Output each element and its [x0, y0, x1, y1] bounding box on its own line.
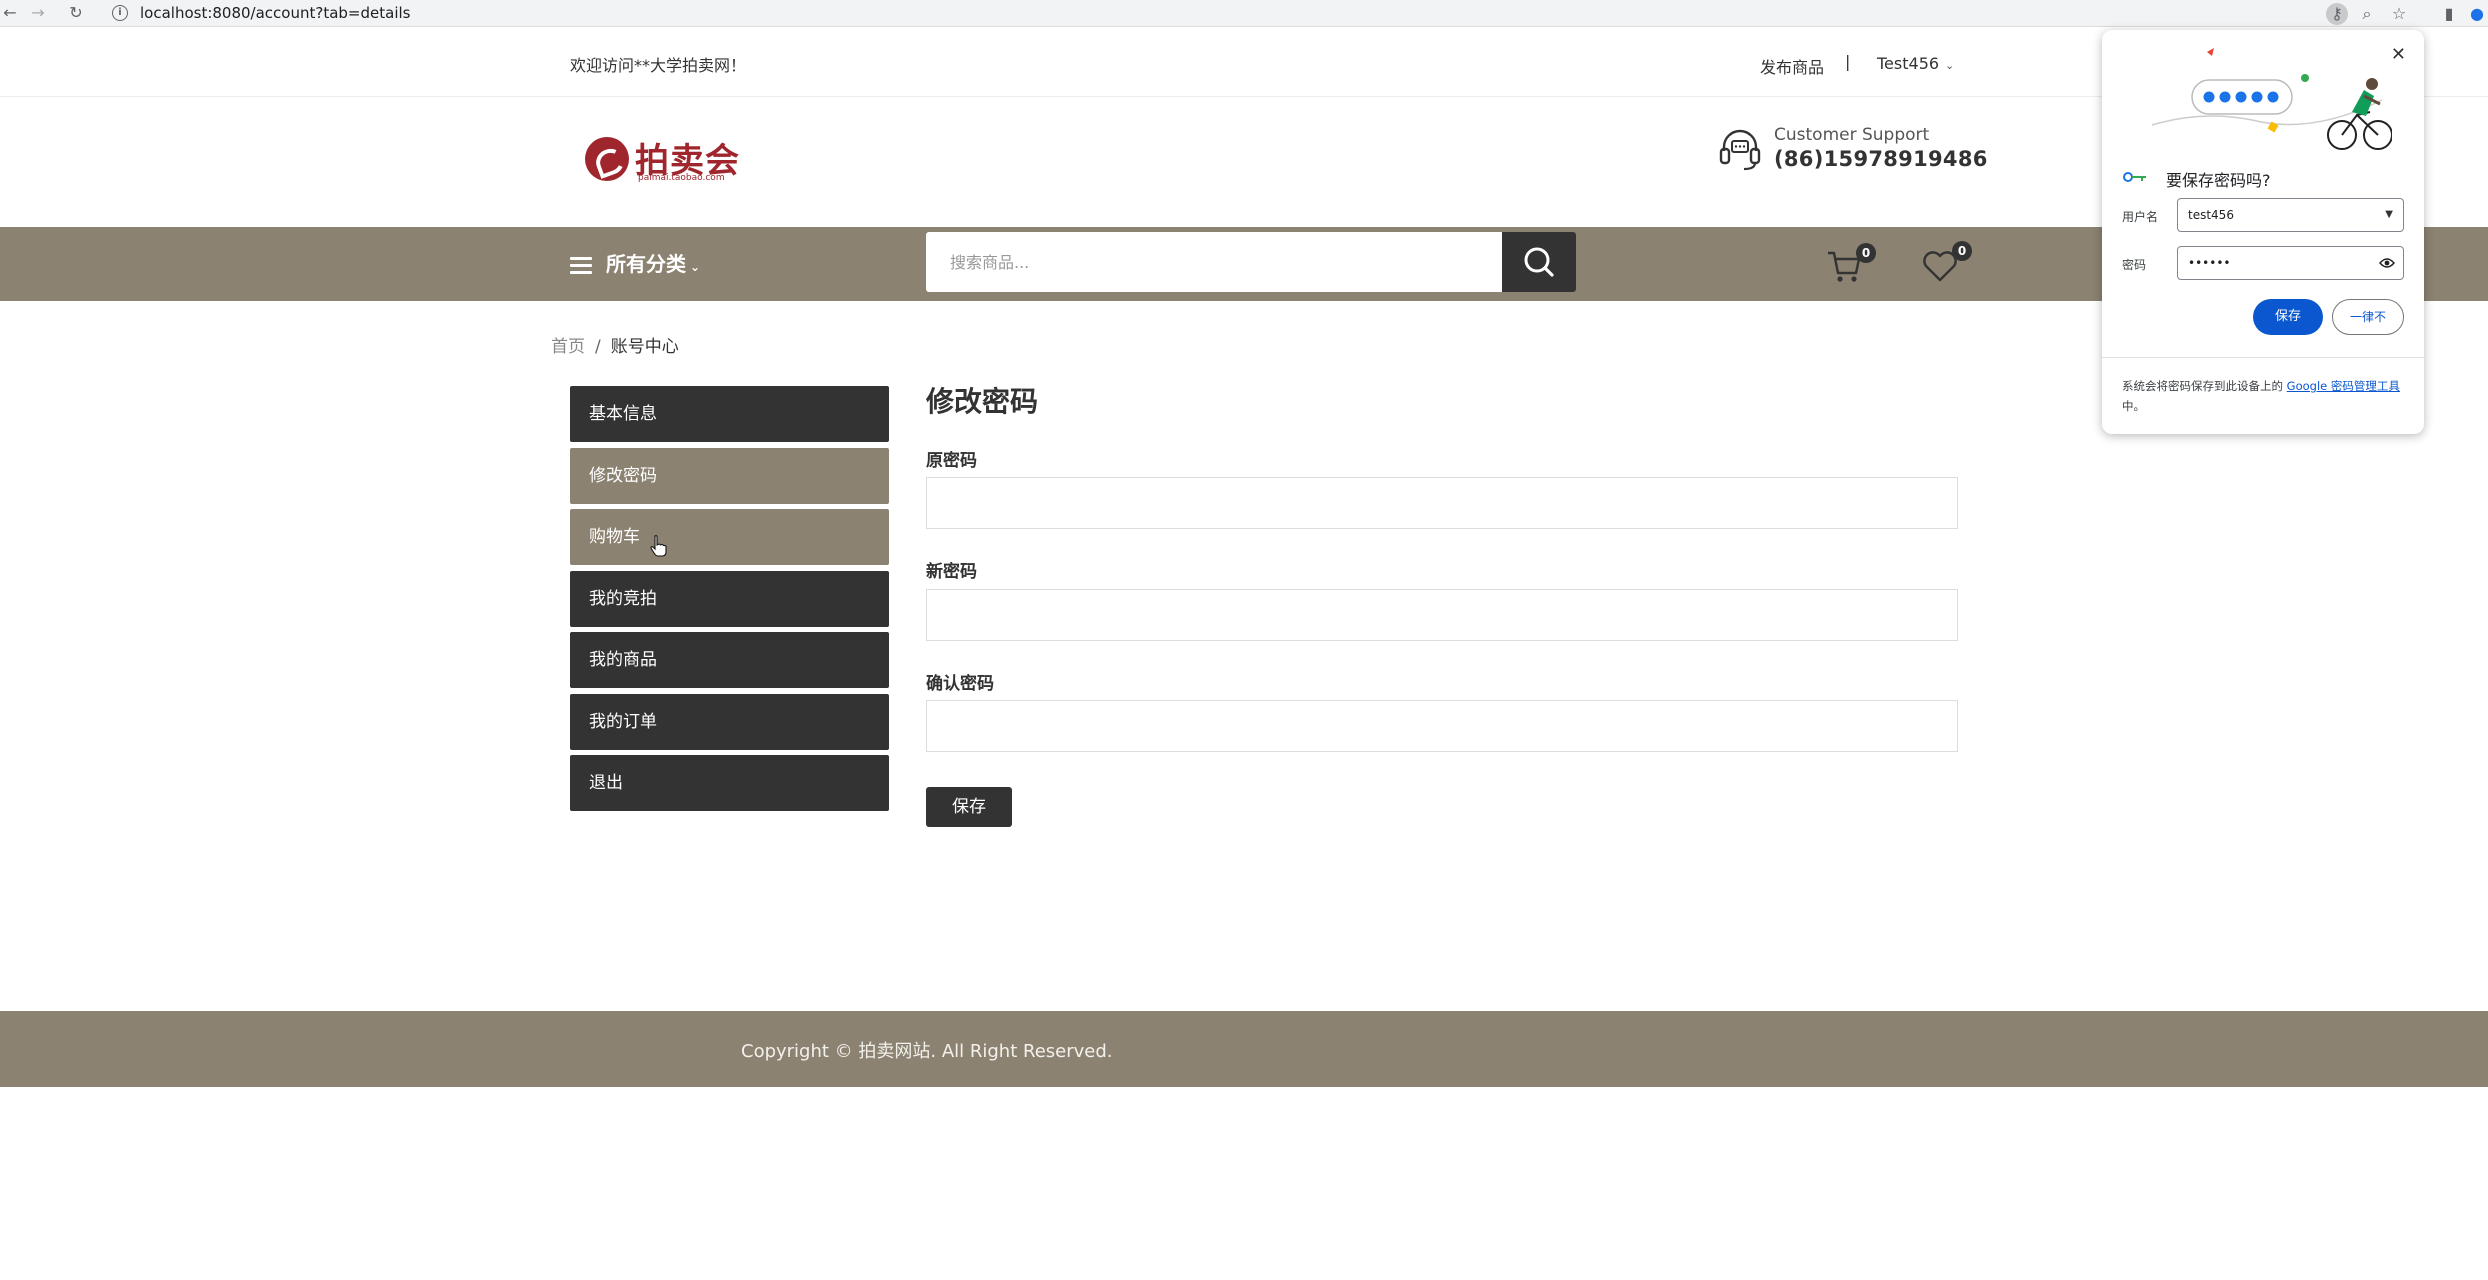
sidebar-item-label: 我的商品 — [589, 650, 657, 670]
search-button[interactable] — [1502, 232, 1576, 292]
breadcrumb: 首页 / 账号中心 — [551, 332, 679, 357]
sidebar-item-label: 我的订单 — [589, 711, 657, 732]
wishlist-button[interactable]: 0 — [1922, 241, 1972, 285]
url-text: localhost:8080/account?tab=details — [140, 4, 411, 22]
sidebar-item-basic-info[interactable]: 基本信息 — [570, 386, 889, 442]
sidebar-item-my-products[interactable]: 我的商品 — [570, 632, 889, 688]
zoom-icon[interactable]: ⌕ — [2356, 3, 2378, 25]
popup-save-button[interactable]: 保存 — [2253, 299, 2323, 335]
site-logo[interactable]: 拍卖会 paimai.taobao.com — [585, 133, 745, 185]
sidebar-item-label: 退出 — [589, 773, 623, 793]
password-field[interactable]: •••••• — [2177, 246, 2404, 280]
sidebar-item-label: 基本信息 — [589, 404, 657, 424]
sidebar-item-change-password[interactable]: 修改密码 — [570, 447, 889, 504]
forward-icon[interactable]: → — [28, 3, 48, 23]
footer-text: 系统会将密码保存到此设备上的 — [2122, 379, 2287, 393]
new-password-label: 新密码 — [926, 562, 977, 582]
bookmark-star-icon[interactable]: ☆ — [2388, 3, 2410, 25]
category-label: 所有分类 — [606, 252, 686, 276]
welcome-text: 欢迎访问**大学拍卖网！ — [570, 56, 747, 75]
dropdown-icon[interactable]: ▼ — [2385, 199, 2393, 231]
support-label: Customer Support — [1774, 125, 1930, 145]
old-password-label: 原密码 — [926, 451, 977, 471]
close-icon[interactable]: ✕ — [2391, 44, 2406, 65]
account-sidebar: 基本信息 修改密码 购物车 我的竞拍 我的商品 我的订单 退出 — [570, 386, 889, 817]
popup-footer: 系统会将密码保存到此设备上的 Google 密码管理工具中。 — [2122, 376, 2412, 416]
password-illustration-icon — [2151, 48, 2392, 150]
sidebar-item-my-bids[interactable]: 我的竞拍 — [570, 570, 889, 627]
sidebar-item-label: 我的竞拍 — [589, 588, 657, 609]
new-password-field[interactable] — [926, 589, 1958, 641]
user-name: Test456 — [1877, 54, 1940, 73]
logo-domain: paimai.taobao.com — [638, 173, 725, 183]
cart-count-badge: 0 — [1856, 243, 1876, 263]
footer-end: 中。 — [2122, 399, 2145, 413]
breadcrumb-separator: / — [595, 337, 601, 357]
category-menu[interactable]: 所有分类 ⌄ — [570, 248, 700, 278]
confirm-password-label: 确认密码 — [926, 674, 994, 694]
sidebar-item-cart[interactable]: 购物车 — [570, 509, 889, 565]
publish-link[interactable]: 发布商品 — [1760, 54, 1824, 78]
chevron-down-icon: ⌄ — [1945, 59, 1955, 72]
page-title: 修改密码 — [926, 385, 1039, 418]
hand-cursor-icon — [650, 535, 667, 557]
copyright-text: Copyright © 拍卖网站. All Right Reserved. — [741, 1041, 1113, 1062]
sidebar-item-my-orders[interactable]: 我的订单 — [570, 693, 889, 750]
side-panel-icon[interactable]: ▮ — [2438, 3, 2460, 25]
support-phone: (86)15978919486 — [1774, 147, 1988, 171]
sidebar-item-label: 修改密码 — [589, 465, 657, 486]
wishlist-count-badge: 0 — [1952, 241, 1972, 261]
key-icon — [2123, 172, 2146, 182]
username-value: test456 — [2188, 208, 2234, 222]
profile-icon[interactable]: ● — [2466, 3, 2488, 25]
site-footer: Copyright © 拍卖网站. All Right Reserved. — [0, 1011, 2488, 1087]
address-bar[interactable]: i localhost:8080/account?tab=details — [106, 0, 2206, 26]
save-password-popup: ✕ 要保存密码吗? 用户名 test456 ▼ 密码 •••••• 保存 一律不 — [2102, 30, 2424, 434]
search-bar — [926, 232, 1576, 292]
topbar-separator: | — [1845, 52, 1851, 71]
popup-divider — [2102, 357, 2424, 358]
never-button[interactable]: 一律不 — [2332, 299, 2404, 335]
password-key-icon[interactable]: ⚷ — [2326, 3, 2348, 25]
breadcrumb-home[interactable]: 首页 — [551, 337, 585, 357]
username-field[interactable]: test456 ▼ — [2177, 198, 2404, 232]
user-menu[interactable]: Test456 ⌄ — [1877, 54, 1954, 73]
sidebar-item-label: 购物车 — [589, 527, 640, 547]
password-manager-link[interactable]: Google 密码管理工具 — [2287, 379, 2400, 393]
username-label: 用户名 — [2122, 210, 2159, 224]
browser-toolbar: ← → ↻ i localhost:8080/account?tab=detai… — [0, 0, 2488, 27]
breadcrumb-current: 账号中心 — [610, 337, 679, 357]
popup-title: 要保存密码吗? — [2166, 171, 2271, 190]
site-info-icon[interactable]: i — [112, 5, 128, 21]
back-icon[interactable]: ← — [0, 3, 20, 23]
sidebar-item-logout[interactable]: 退出 — [570, 755, 889, 811]
chevron-down-icon: ⌄ — [690, 260, 701, 274]
menu-icon — [570, 253, 592, 278]
old-password-field[interactable] — [926, 477, 1958, 529]
search-icon — [1524, 247, 1554, 277]
search-input[interactable] — [926, 232, 1502, 292]
confirm-password-field[interactable] — [926, 700, 1958, 752]
password-value: •••••• — [2188, 256, 2231, 270]
logo-mark-icon — [585, 137, 629, 181]
cart-button[interactable]: 0 — [1826, 243, 1876, 287]
eye-icon[interactable] — [2379, 257, 2395, 269]
password-label: 密码 — [2122, 258, 2147, 272]
save-button[interactable]: 保存 — [926, 787, 1012, 827]
headset-icon — [1719, 129, 1761, 171]
reload-icon[interactable]: ↻ — [66, 3, 86, 23]
